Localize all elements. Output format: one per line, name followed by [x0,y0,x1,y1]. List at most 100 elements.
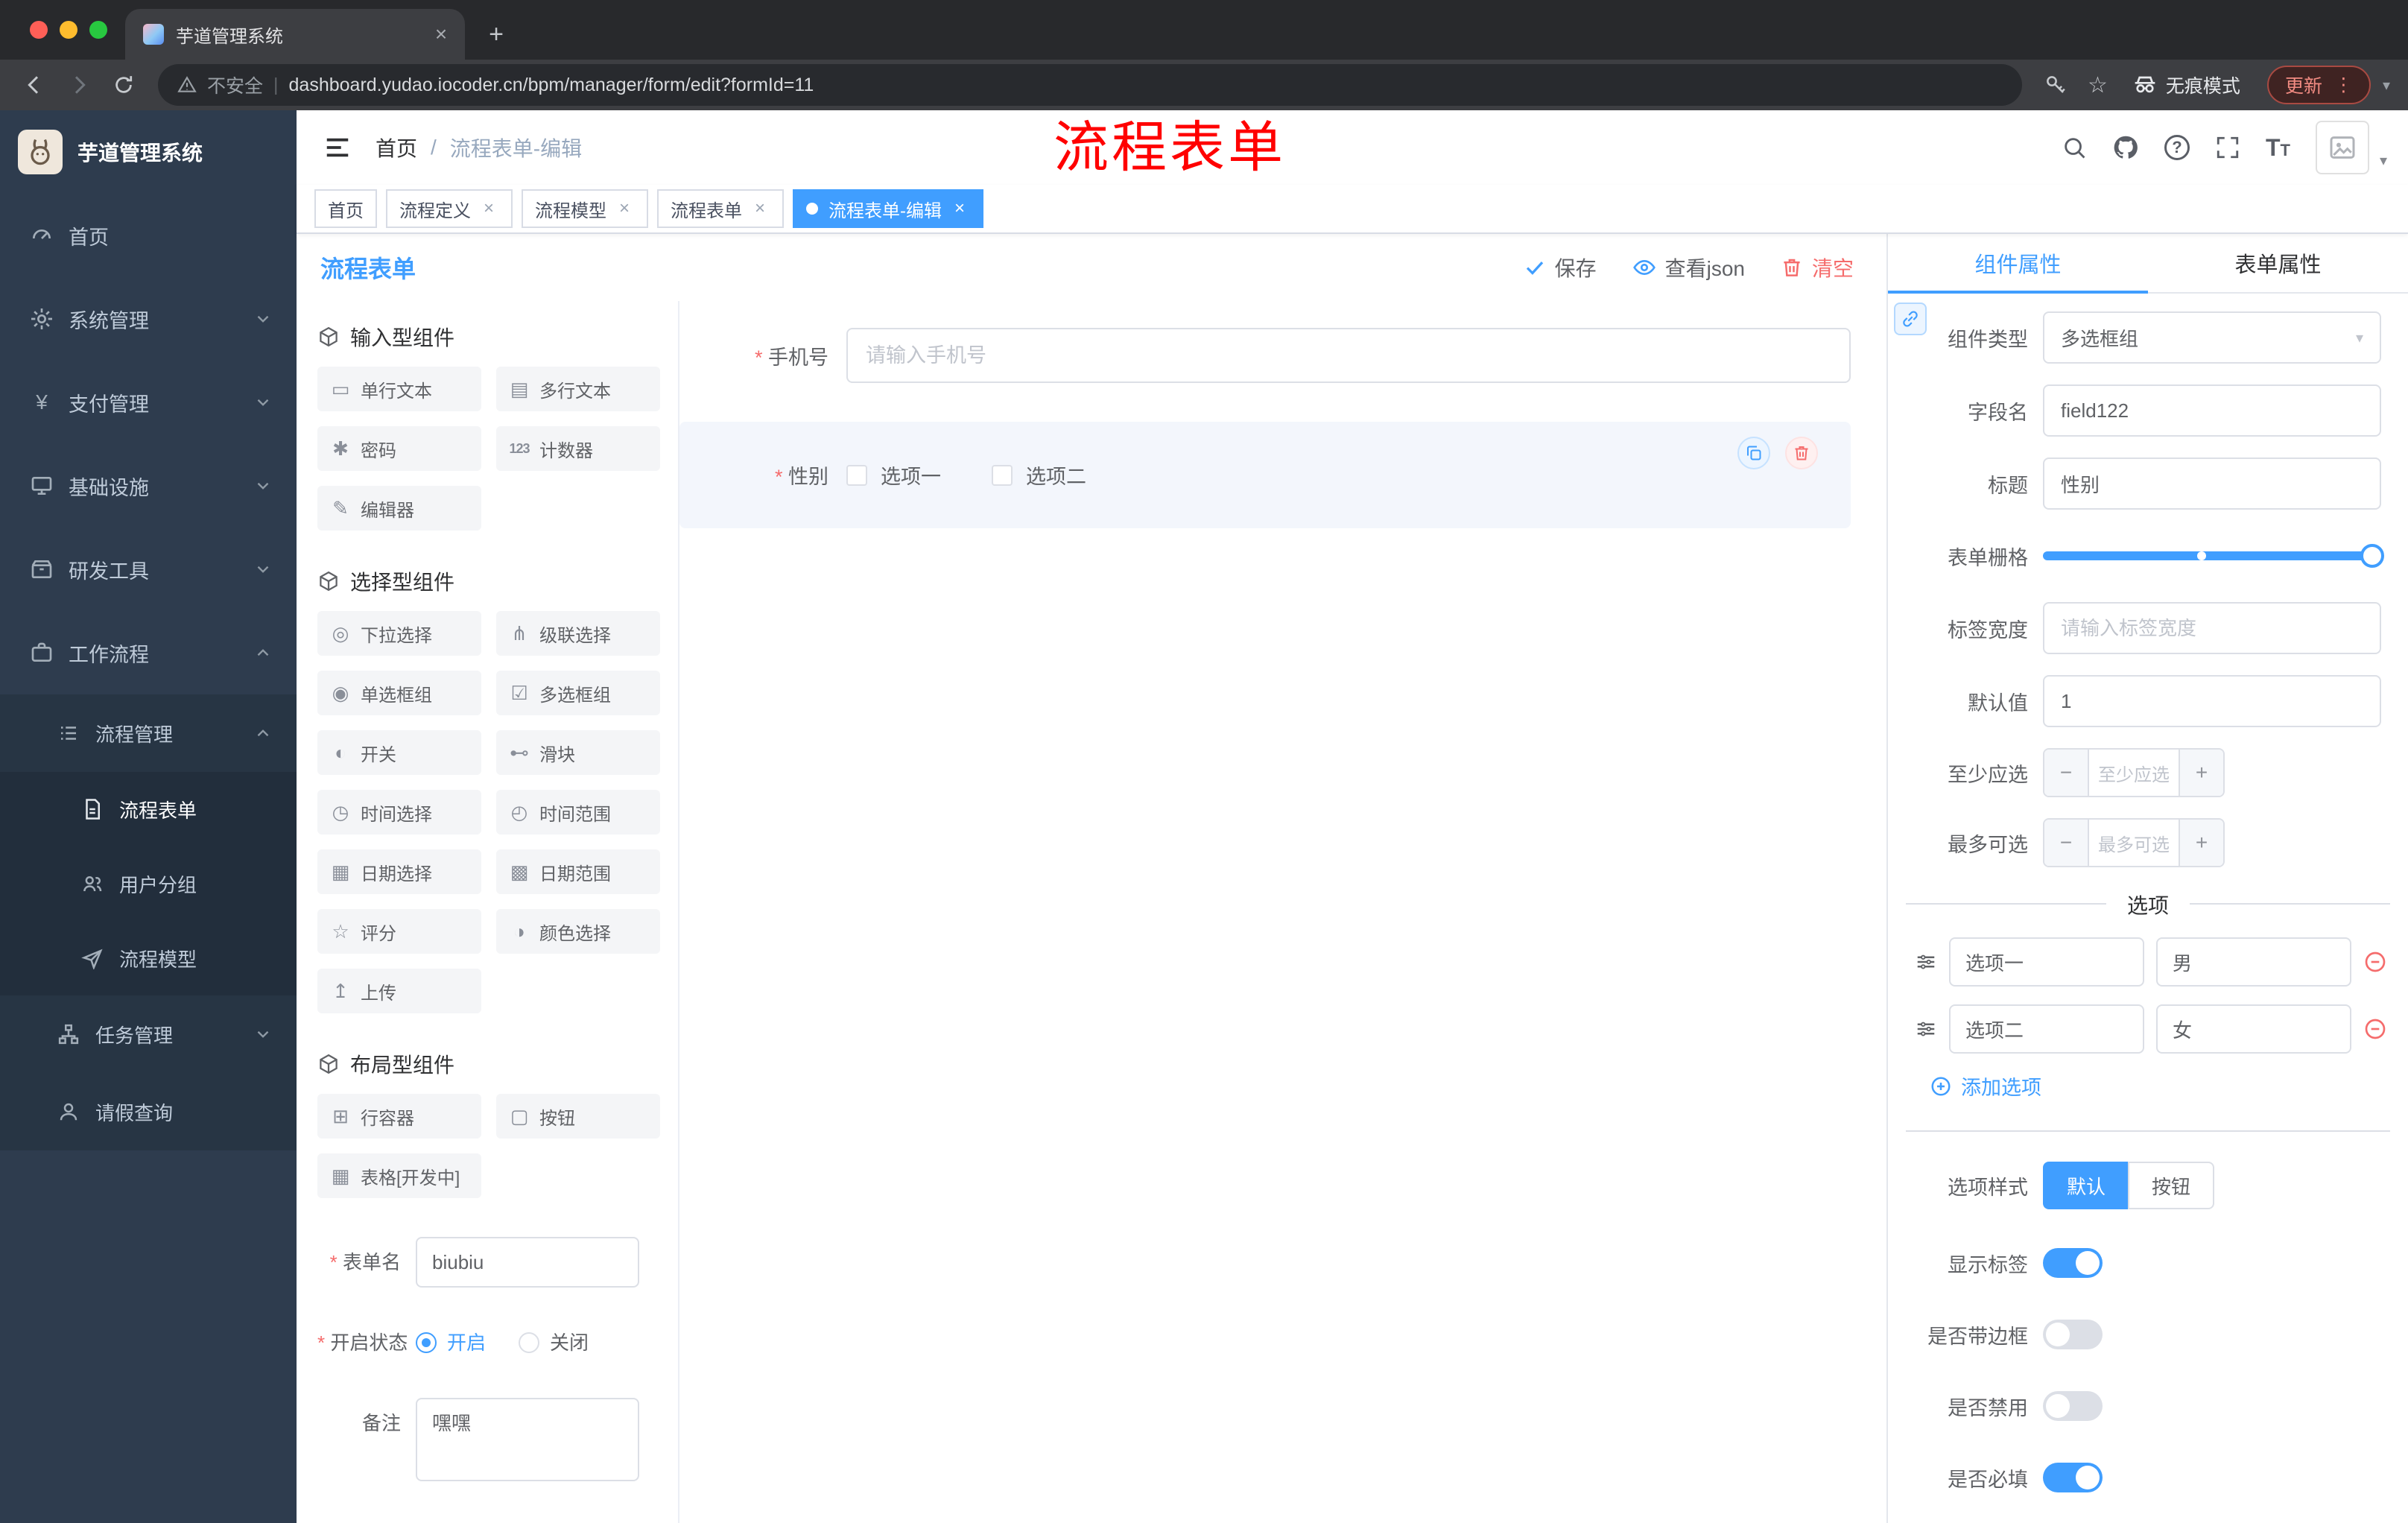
form-canvas[interactable]: 手机号 性别 选项一 选项二 [679,301,1886,1523]
border-toggle[interactable] [2043,1320,2103,1349]
avatar-caret-icon[interactable]: ▾ [2380,151,2387,174]
add-option-button[interactable]: 添加选项 [1888,1071,2408,1101]
option-label-input[interactable] [1949,1004,2144,1054]
browser-tab[interactable]: 芋道管理系统 × [125,9,465,60]
sidebar-item-workflow[interactable]: 工作流程 [0,611,297,694]
title-input[interactable] [2043,457,2381,510]
palette-item-switch[interactable]: ◐ 开关 [317,730,481,775]
tag-process-form[interactable]: 流程表单 × [657,189,784,228]
palette-item-date-picker[interactable]: ▦ 日期选择 [317,849,481,894]
drag-handle-icon[interactable] [1915,951,1937,973]
min-select-value[interactable]: 至少应选 [2088,750,2180,796]
sidebar-item-task-management[interactable]: 任务管理 [0,995,297,1073]
palette-item-single-text[interactable]: ▭ 单行文本 [317,367,481,411]
tag-process-model[interactable]: 流程模型 × [522,189,648,228]
gender-option1-checkbox[interactable]: 选项一 [846,460,941,490]
sidebar-item-devtools[interactable]: 研发工具 [0,528,297,611]
status-off-radio[interactable]: 关闭 [519,1317,589,1368]
link-icon[interactable] [1894,303,1927,335]
default-value-input[interactable] [2043,675,2381,727]
tag-close-icon[interactable]: × [614,198,635,219]
label-width-input[interactable] [2043,602,2381,654]
tag-close-icon[interactable]: × [949,198,970,219]
chevron-down-icon[interactable]: ▾ [2383,76,2390,95]
browser-update-button[interactable]: 更新 ⋮ [2266,66,2371,104]
sidebar-item-leave-query[interactable]: 请假查询 [0,1073,297,1150]
palette-item-rate[interactable]: ☆ 评分 [317,909,481,954]
clear-button[interactable]: 清空 [1781,253,1854,282]
option-value-input[interactable] [2156,1004,2351,1054]
breadcrumb-home[interactable]: 首页 [376,133,417,162]
password-key-icon[interactable] [2044,74,2067,96]
palette-item-multi-text[interactable]: ▤ 多行文本 [496,367,660,411]
widget-delete-button[interactable] [1785,437,1818,469]
remove-option-button[interactable] [2363,1017,2387,1041]
show-label-toggle[interactable] [2043,1248,2103,1278]
checkbox-box[interactable] [992,464,1013,486]
widget-copy-button[interactable] [1737,437,1770,469]
tag-close-icon[interactable]: × [478,198,499,219]
sidebar-item-infra[interactable]: 基础设施 [0,444,297,528]
browser-menu-dots-icon[interactable]: ⋮ [2334,74,2353,96]
palette-item-checkbox-group[interactable]: ☑ 多选框组 [496,671,660,715]
form-name-input[interactable] [416,1237,639,1288]
palette-item-time-range[interactable]: ◴ 时间范围 [496,790,660,835]
form-widget-gender-selected[interactable]: 性别 选项一 选项二 [679,422,1851,528]
sidebar-toggle-hamburger-icon[interactable] [323,133,352,162]
back-button[interactable] [15,66,54,104]
view-json-button[interactable]: 查看json [1632,253,1745,282]
grid-slider[interactable] [2043,544,2384,568]
palette-item-select[interactable]: ◎ 下拉选择 [317,611,481,656]
tag-process-definition[interactable]: 流程定义 × [386,189,513,228]
form-remark-textarea[interactable]: 嘿嘿 [416,1398,639,1481]
palette-item-button[interactable]: ▢ 按钮 [496,1094,660,1139]
style-button-button[interactable]: 按钮 [2128,1162,2215,1209]
forward-button[interactable] [60,66,98,104]
option-value-input[interactable] [2156,937,2351,987]
disabled-toggle[interactable] [2043,1391,2103,1421]
fullscreen-icon[interactable] [2215,135,2240,160]
new-tab-button[interactable]: + [477,15,516,54]
sidebar-item-home[interactable]: 首页 [0,194,297,277]
decrease-button[interactable]: − [2044,750,2088,796]
palette-item-date-range[interactable]: ▩ 日期范围 [496,849,660,894]
palette-item-cascader[interactable]: ⋔ 级联选择 [496,611,660,656]
palette-item-row-container[interactable]: ⊞ 行容器 [317,1094,481,1139]
sidebar-item-process-management[interactable]: 流程管理 [0,694,297,772]
sidebar-item-process-form[interactable]: 流程表单 [0,772,297,846]
window-minimize-button[interactable] [60,21,77,39]
window-close-button[interactable] [30,21,48,39]
avatar[interactable] [2315,121,2369,174]
palette-item-table[interactable]: ▦ 表格[开发中] [317,1153,481,1198]
palette-item-counter[interactable]: 123 计数器 [496,426,660,471]
sidebar-item-system[interactable]: 系统管理 [0,277,297,361]
option-label-input[interactable] [1949,937,2144,987]
form-widget-phone[interactable]: 手机号 [679,328,1851,383]
tag-process-form-edit[interactable]: 流程表单-编辑 × [793,189,983,228]
help-icon[interactable] [2164,135,2190,160]
font-size-icon[interactable] [2266,134,2290,162]
palette-item-upload[interactable]: ↥ 上传 [317,969,481,1013]
checkbox-box[interactable] [846,464,867,486]
app-logo[interactable]: 芋道管理系统 [0,110,297,194]
save-button[interactable]: 保存 [1524,253,1597,282]
tab-close-icon[interactable]: × [429,22,453,46]
tag-close-icon[interactable]: × [750,198,770,219]
required-toggle[interactable] [2043,1463,2103,1492]
component-type-select[interactable]: 多选框组 ▾ [2043,311,2381,364]
github-icon[interactable] [2112,134,2139,161]
tab-form-props[interactable]: 表单属性 [2148,234,2408,292]
palette-item-color-picker[interactable]: ◑ 颜色选择 [496,909,660,954]
address-bar[interactable]: 不安全 | dashboard.yudao.iocoder.cn/bpm/man… [158,64,2023,106]
gender-option2-checkbox[interactable]: 选项二 [992,460,1086,490]
palette-item-radio-group[interactable]: ◉ 单选框组 [317,671,481,715]
sidebar-item-payment[interactable]: ¥ 支付管理 [0,361,297,444]
search-icon[interactable] [2062,135,2087,160]
decrease-button[interactable]: − [2044,820,2088,866]
palette-item-slider[interactable]: ⊷ 滑块 [496,730,660,775]
palette-item-password[interactable]: ✱ 密码 [317,426,481,471]
slider-handle[interactable] [2360,544,2384,568]
field-name-input[interactable] [2043,384,2381,437]
remove-option-button[interactable] [2363,950,2387,974]
tag-home[interactable]: 首页 [314,189,377,228]
